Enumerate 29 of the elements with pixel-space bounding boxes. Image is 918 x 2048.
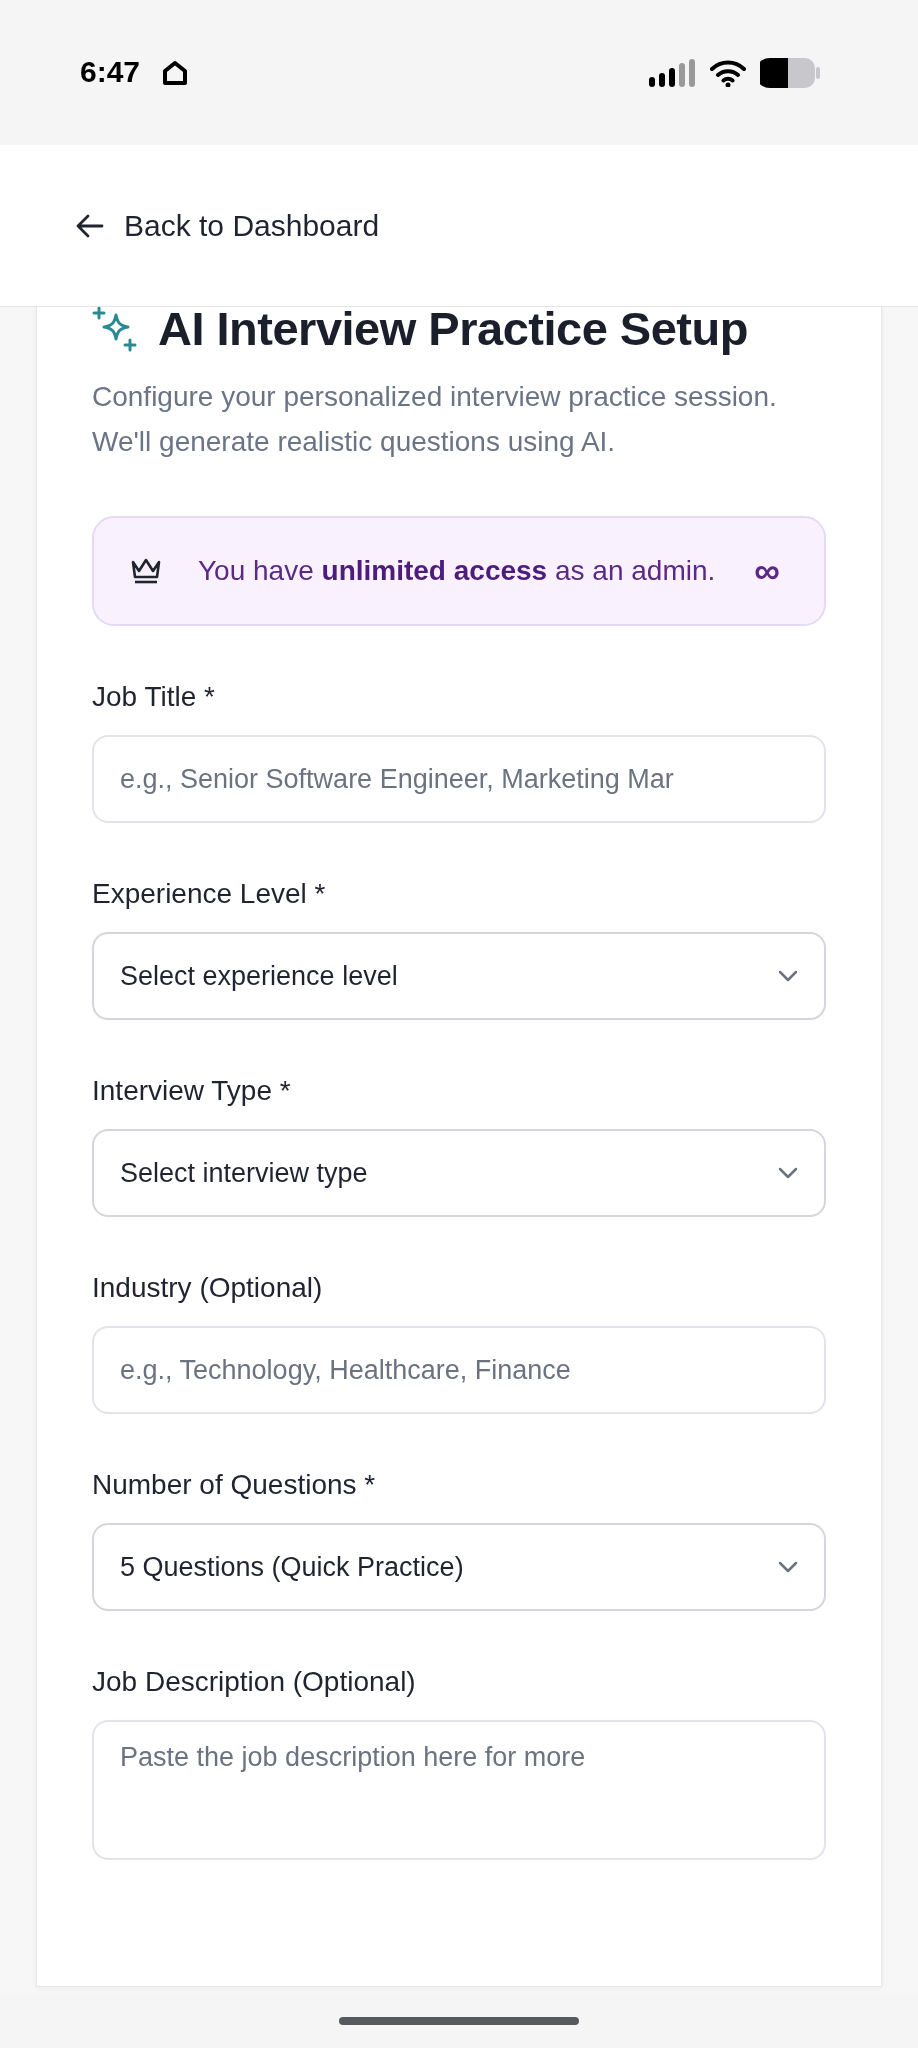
field-label: Industry (Optional) bbox=[92, 1272, 324, 1304]
signal-icon bbox=[648, 58, 696, 87]
text-input[interactable]: e.g., Technology, Healthcare, Finance bbox=[92, 1326, 826, 1414]
select-dropdown[interactable]: Select experience level bbox=[92, 932, 826, 1020]
battery-icon bbox=[760, 57, 820, 88]
home-indicator[interactable] bbox=[339, 2016, 579, 2025]
back-link[interactable]: Back to Dashboard bbox=[76, 208, 380, 243]
infinity-symbol: ∞ bbox=[754, 550, 780, 592]
chevron-down-icon bbox=[778, 1561, 798, 1573]
back-arrow-icon bbox=[76, 213, 104, 238]
text-input[interactable]: e.g., Senior Software Engineer, Marketing Mar bbox=[92, 735, 826, 823]
textarea-input[interactable]: Paste the job description here for more bbox=[92, 1720, 826, 1860]
field-label: Number of Questions * bbox=[92, 1469, 377, 1501]
notice-text: You have unlimited access as an admin. bbox=[198, 554, 717, 588]
chevron-down-icon bbox=[778, 1167, 798, 1179]
status-time: 6:47 bbox=[80, 54, 141, 90]
home-icon bbox=[162, 59, 189, 86]
sparkles-icon bbox=[92, 307, 138, 352]
crown-icon bbox=[130, 557, 162, 585]
select-dropdown[interactable]: 5 Questions (Quick Practice) bbox=[92, 1523, 826, 1611]
field-label: Interview Type * bbox=[92, 1075, 292, 1107]
page-subtitle: Configure your personalized interview practice session. We'll generate realistic questions using AI. bbox=[92, 380, 778, 459]
select-dropdown[interactable]: Select interview type bbox=[92, 1129, 826, 1217]
field-label: Experience Level * bbox=[92, 878, 327, 910]
page-title: AI Interview Practice Setup bbox=[158, 307, 748, 356]
field-label: Job Description (Optional) bbox=[92, 1666, 417, 1698]
field-label: Job Title * bbox=[92, 681, 216, 713]
wifi-icon bbox=[710, 58, 746, 87]
chevron-down-icon bbox=[778, 970, 798, 982]
